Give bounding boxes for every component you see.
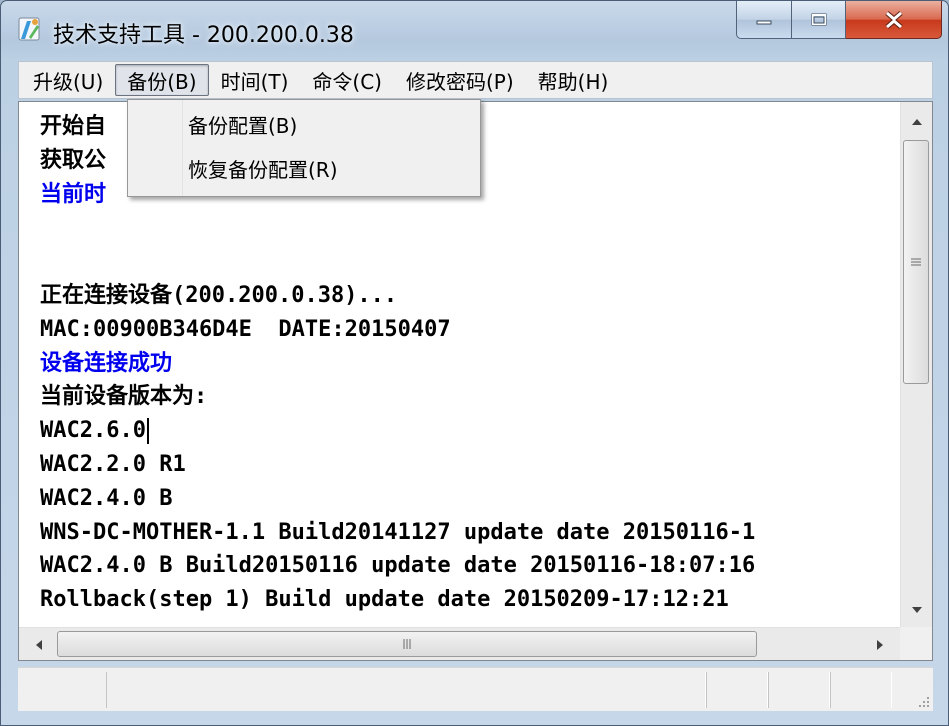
status-pane bbox=[768, 672, 830, 708]
arrow-down-icon bbox=[911, 607, 922, 613]
backup-dropdown-menu: 备份配置(B) 恢复备份配置(R) bbox=[127, 99, 481, 197]
menu-command[interactable]: 命令(C) bbox=[300, 64, 394, 96]
log-line: 设备连接成功 bbox=[40, 350, 173, 376]
close-button[interactable] bbox=[846, 1, 942, 39]
scroll-up-button[interactable] bbox=[901, 104, 932, 140]
menu-item-backup-config[interactable]: 备份配置(B) bbox=[188, 106, 297, 146]
log-line: WAC2.4.0 B bbox=[40, 485, 173, 511]
menu-item-restore-backup-config[interactable]: 恢复备份配置(R) bbox=[188, 150, 338, 190]
title-bar[interactable]: 技术支持工具 - 200.200.0.38 bbox=[1, 1, 948, 57]
status-pane bbox=[106, 672, 706, 708]
grip-lines-icon bbox=[911, 258, 921, 266]
status-pane bbox=[706, 672, 768, 708]
caption-buttons bbox=[736, 1, 942, 41]
log-line-text: WAC2.6.0 bbox=[40, 418, 146, 444]
vertical-scroll-thumb[interactable] bbox=[903, 140, 929, 384]
horizontal-scroll-thumb[interactable] bbox=[57, 631, 757, 657]
log-line: 当前设备版本为: bbox=[40, 384, 208, 410]
tool-app-icon[interactable] bbox=[15, 15, 45, 43]
vertical-scrollbar[interactable] bbox=[900, 102, 932, 627]
menu-bar: 升级(U) 备份(B) 时间(T) 命令(C) 修改密码(P) 帮助(H) bbox=[18, 61, 933, 99]
scroll-left-button[interactable] bbox=[21, 628, 57, 660]
log-line: WAC2.4.0 B Build20150116 update date 201… bbox=[40, 553, 756, 579]
minimize-icon bbox=[756, 20, 772, 24]
arrow-right-icon bbox=[877, 639, 883, 650]
log-line: MAC:00900B346D4E DATE:20150407 bbox=[40, 316, 451, 342]
app-window: 技术支持工具 - 200.200.0.38 升级(U) 备份(B) 时间(T) … bbox=[0, 0, 949, 726]
status-bar bbox=[18, 667, 933, 711]
menu-icon-gutter bbox=[128, 100, 183, 196]
menu-time[interactable]: 时间(T) bbox=[209, 64, 301, 96]
arrow-up-icon bbox=[911, 119, 922, 125]
minimize-button[interactable] bbox=[736, 1, 792, 39]
log-line: 正在连接设备(200.200.0.38)... bbox=[40, 282, 398, 308]
close-icon bbox=[884, 10, 903, 29]
menu-help[interactable]: 帮助(H) bbox=[526, 64, 621, 96]
horizontal-scrollbar[interactable] bbox=[19, 627, 900, 660]
menu-change-password[interactable]: 修改密码(P) bbox=[394, 64, 526, 96]
menu-backup[interactable]: 备份(B) bbox=[115, 64, 209, 96]
resize-grip-icon[interactable] bbox=[915, 693, 931, 709]
scrollbar-corner bbox=[900, 627, 932, 660]
log-line: WAC2.2.0 R1 bbox=[40, 451, 186, 477]
menu-upgrade[interactable]: 升级(U) bbox=[21, 64, 115, 96]
text-caret bbox=[146, 418, 149, 445]
log-line-with-caret: WAC2.6.0 bbox=[40, 414, 900, 448]
maximize-button[interactable] bbox=[792, 1, 846, 39]
grip-lines-icon bbox=[403, 639, 411, 649]
scroll-down-button[interactable] bbox=[901, 592, 932, 628]
status-pane bbox=[830, 672, 892, 708]
window-title: 技术支持工具 - 200.200.0.38 bbox=[53, 23, 354, 48]
maximize-icon bbox=[811, 13, 826, 25]
arrow-left-icon bbox=[36, 639, 42, 650]
log-line: WNS-DC-MOTHER-1.1 Build20141127 update d… bbox=[40, 519, 756, 545]
log-line: Rollback(step 1) Build update date 20150… bbox=[40, 587, 729, 613]
scroll-right-button[interactable] bbox=[862, 628, 898, 660]
